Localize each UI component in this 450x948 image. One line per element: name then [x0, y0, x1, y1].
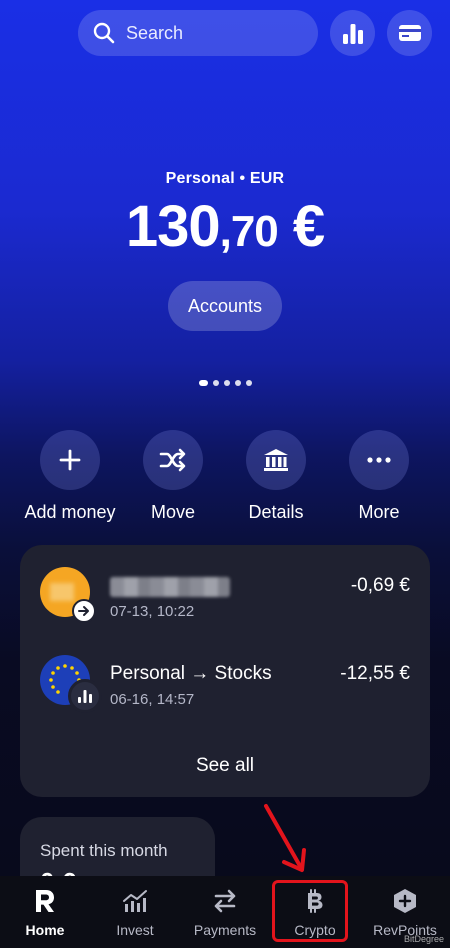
watermark: BitDegree [403, 934, 444, 944]
bank-icon [264, 449, 288, 471]
add-money-button[interactable]: Add money [15, 430, 125, 523]
page-dot [234, 380, 241, 386]
analytics-button[interactable] [330, 10, 375, 56]
balance-section: Personal • EUR 130,70 € Accounts [0, 170, 450, 331]
page-dot [212, 380, 219, 386]
transaction-time: 06-16, 14:57 [110, 691, 195, 708]
revolut-r-icon [36, 890, 54, 912]
cards-button[interactable] [387, 10, 432, 56]
transaction-title: Personal → Stocks [110, 663, 272, 684]
page-indicator [0, 380, 450, 386]
balance-amount: 130,70 € [0, 194, 450, 265]
stocks-badge [68, 679, 102, 713]
details-label: Details [248, 502, 304, 522]
more-button[interactable]: More [324, 430, 434, 523]
see-all-link[interactable]: See all [20, 755, 430, 777]
move-circle [143, 430, 203, 490]
invest-chart-icon [123, 890, 147, 912]
stocks-icon [78, 690, 92, 703]
add-money-label: Add money [24, 502, 116, 522]
bar-chart-icon [342, 24, 363, 44]
transactions-card: 07-13, 10:22 -0,69 € Personal → Stocks 0… [20, 545, 430, 797]
more-label: More [358, 502, 400, 522]
accounts-button[interactable]: Accounts [167, 281, 283, 331]
page-dot [245, 380, 252, 386]
arrow-right-icon [78, 606, 89, 616]
tab-invest[interactable]: Invest [92, 886, 178, 938]
balance-decimal: ,70 [219, 207, 279, 256]
plus-icon [59, 449, 81, 471]
tab-payments-label: Payments [193, 922, 257, 938]
bottom-tab-bar: Home Invest Payments Crypto RevPoints [0, 876, 450, 948]
spent-title: Spent this month [40, 841, 168, 860]
revpoints-icon [394, 889, 416, 913]
transaction-amount: -0,69 € [350, 575, 410, 596]
move-button[interactable]: Move [118, 430, 228, 523]
search-placeholder: Search [126, 22, 184, 43]
redacted-merchant-name [110, 577, 230, 597]
tab-home-label: Home [25, 922, 65, 938]
avatar-blur [50, 583, 74, 601]
transaction-row[interactable]: 07-13, 10:22 -0,69 € [40, 567, 410, 629]
tab-invest-label: Invest [116, 922, 154, 938]
balance-currency: € [277, 194, 325, 259]
tab-payments[interactable]: Payments [182, 886, 268, 938]
move-label: Move [150, 502, 195, 522]
shuffle-icon [159, 448, 186, 472]
annotation-arrow [264, 804, 306, 872]
page-dot [223, 380, 230, 386]
search-bar[interactable]: Search [78, 10, 318, 56]
add-money-circle [40, 430, 100, 490]
details-circle [246, 430, 306, 490]
transfer-badge [72, 599, 96, 623]
more-icon [367, 457, 391, 463]
card-icon [398, 25, 421, 41]
transaction-row[interactable]: Personal → Stocks 06-16, 14:57 -12,55 € [40, 655, 410, 717]
transaction-amount: -12,55 € [340, 663, 410, 684]
details-button[interactable]: Details [221, 430, 331, 523]
page-dot-active [198, 380, 208, 386]
transaction-time: 07-13, 10:22 [110, 603, 195, 620]
crypto-highlight-box [272, 880, 348, 942]
tab-home[interactable]: Home [2, 886, 88, 938]
top-bar: Search [78, 10, 432, 56]
balance-integer: 130 [125, 194, 221, 259]
transfer-arrows-icon [214, 889, 236, 913]
search-icon [93, 22, 115, 44]
account-label: Personal • EUR [165, 170, 285, 187]
tab-revpoints[interactable]: RevPoints [362, 886, 448, 938]
more-circle [349, 430, 409, 490]
